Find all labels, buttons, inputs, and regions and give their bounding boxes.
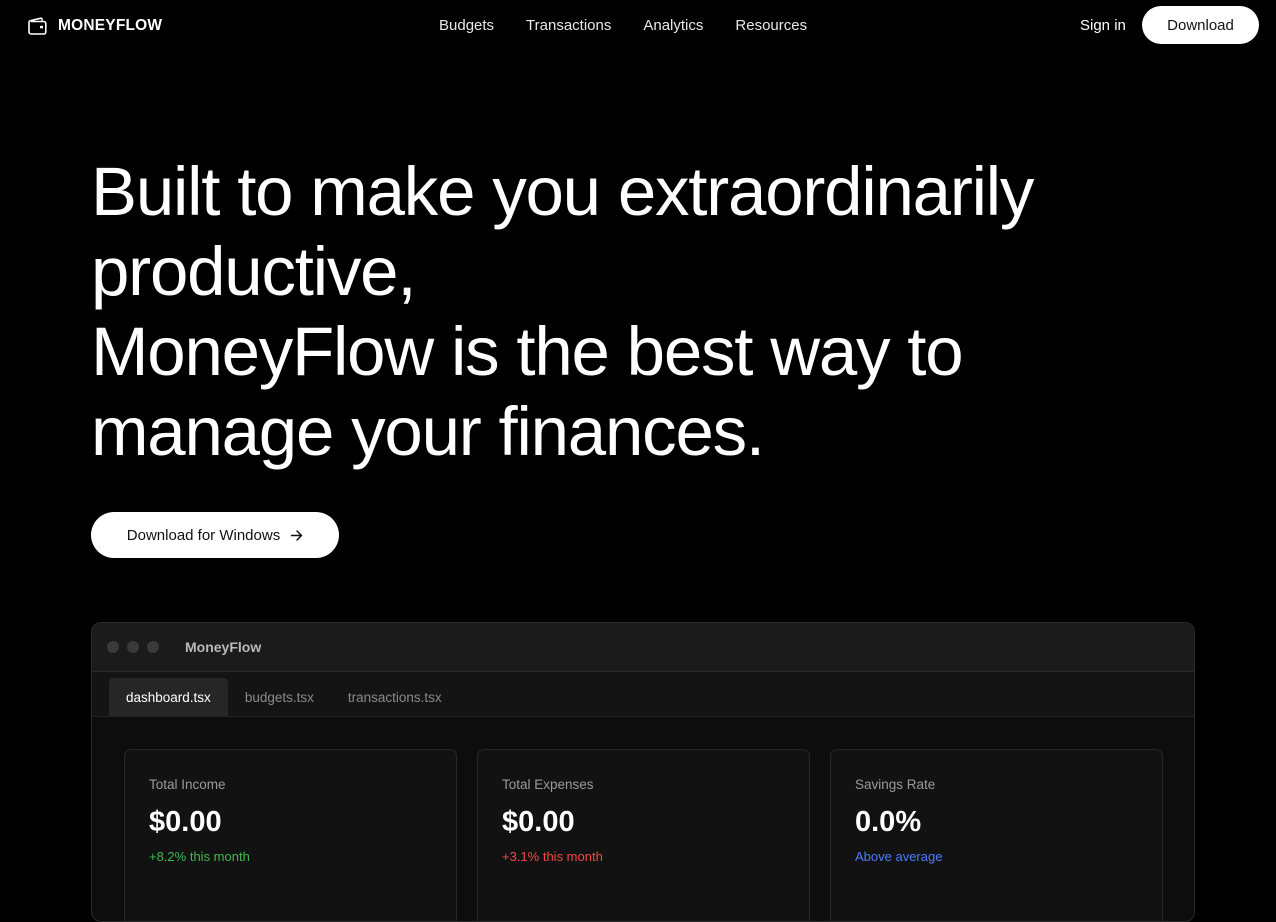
card-trend: +3.1% this month — [502, 849, 603, 864]
card-trend: Above average — [855, 849, 943, 864]
nav-link-budgets[interactable]: Budgets — [439, 16, 494, 36]
card-label: Savings Rate — [855, 777, 936, 792]
download-for-windows-button[interactable]: Download for Windows — [91, 512, 339, 558]
card-label: Total Expenses — [502, 777, 594, 792]
tab-budgets[interactable]: budgets.tsx — [228, 678, 331, 716]
stat-card-total-income: Total Income $0.00 +8.2% this month — [124, 749, 457, 921]
tab-dashboard[interactable]: dashboard.tsx — [109, 678, 228, 716]
brand-logo[interactable]: MONEYFLOW — [28, 16, 162, 36]
stat-card-total-expenses: Total Expenses $0.00 +3.1% this month — [477, 749, 810, 921]
cta-label: Download for Windows — [126, 526, 281, 544]
nav-links: Budgets Transactions Analytics Resources — [439, 16, 807, 36]
app-preview-window: MoneyFlow dashboard.tsx budgets.tsx tran… — [91, 622, 1195, 922]
wallet-icon — [28, 17, 47, 35]
window-minimize-dot[interactable] — [127, 641, 139, 653]
brand-name: MONEYFLOW — [58, 17, 163, 34]
window-close-dot[interactable] — [107, 641, 119, 653]
nav-link-analytics[interactable]: Analytics — [643, 16, 703, 36]
editor-tabbar: dashboard.tsx budgets.tsx transactions.t… — [92, 672, 1194, 717]
window-titlebar: MoneyFlow — [92, 623, 1194, 672]
window-maximize-dot[interactable] — [147, 641, 159, 653]
card-value: $0.00 — [149, 806, 222, 838]
nav-link-resources[interactable]: Resources — [735, 16, 807, 36]
tab-transactions[interactable]: transactions.tsx — [331, 678, 459, 716]
card-label: Total Income — [149, 777, 226, 792]
card-value: $0.00 — [502, 806, 575, 838]
window-title: MoneyFlow — [185, 639, 262, 655]
nav-link-transactions[interactable]: Transactions — [526, 16, 611, 36]
hero-line-1: Built to make you extraordinarily — [91, 153, 1034, 230]
download-button[interactable]: Download — [1142, 6, 1259, 44]
hero-line-3: MoneyFlow is the best way to — [91, 313, 964, 390]
hero-line-4: manage your finances. — [91, 393, 765, 470]
card-value: 0.0% — [855, 806, 922, 838]
hero-line-2: productive, — [91, 233, 417, 310]
sign-in-link[interactable]: Sign in — [1080, 16, 1126, 36]
top-navigation: MONEYFLOW Budgets Transactions Analytics… — [0, 0, 1276, 52]
card-trend: +8.2% this month — [149, 849, 250, 864]
hero-headline: Built to make you extraordinarily produc… — [91, 152, 1111, 472]
stat-cards: Total Income $0.00 +8.2% this month Tota… — [124, 749, 1163, 921]
arrow-right-icon — [290, 529, 303, 541]
stat-card-savings-rate: Savings Rate 0.0% Above average — [830, 749, 1163, 921]
